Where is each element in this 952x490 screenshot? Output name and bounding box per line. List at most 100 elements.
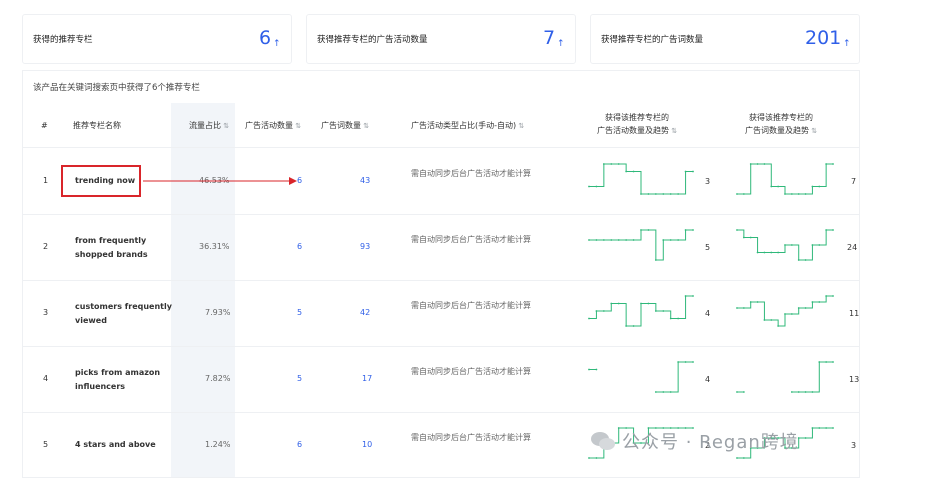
row-name[interactable]: customers frequently viewed: [75, 300, 185, 328]
wechat-icon: [591, 432, 615, 450]
sparkline-point: [770, 251, 773, 254]
summary-card-label: 获得推荐专栏的广告词数量: [601, 35, 704, 45]
sort-icon[interactable]: ⇅: [221, 122, 229, 130]
table-row[interactable]: 1 trending now 46.53% 6 43 需自动同步后台广告活动才能…: [23, 148, 859, 215]
sort-icon[interactable]: ⇅: [516, 122, 524, 130]
sparkline-point: [632, 239, 635, 241]
row-name[interactable]: from frequently shopped brands: [75, 234, 175, 262]
sort-icon[interactable]: ⇅: [293, 122, 301, 130]
sparkline-point: [610, 163, 613, 165]
sparkline-point: [684, 361, 687, 363]
header-keywords[interactable]: 广告词数量 ⇅: [321, 119, 369, 133]
sparkline-point: [825, 361, 828, 363]
header-keyword-trend-line1: 获得该推荐专栏的: [749, 113, 814, 122]
row-name[interactable]: picks from amazon influencers: [75, 366, 175, 394]
sparkline-point: [742, 236, 745, 239]
sparkline-point: [770, 319, 773, 321]
sparkline-line: [737, 295, 833, 327]
row-name-line2: shopped brands: [75, 250, 148, 259]
annotation-arrow-head: [289, 177, 297, 185]
sparkline-point: [669, 193, 672, 195]
row-campaigns[interactable]: 5: [297, 308, 302, 317]
sparkline-point: [617, 427, 620, 429]
sparkline-point: [640, 302, 642, 305]
row-index: 3: [43, 308, 49, 317]
sparkline-point: [640, 193, 642, 195]
header-keyword-trend[interactable]: 获得该推荐专栏的 广告词数量及趋势 ⇅: [745, 111, 817, 138]
arrow-up-icon: ↑: [273, 39, 281, 49]
sparkline-point: [818, 427, 821, 429]
row-name-line2: influencers: [75, 382, 126, 391]
sparkline-point: [625, 325, 628, 327]
sparkline-line: [737, 163, 833, 195]
sparkline-point: [617, 163, 620, 165]
sparkline-point: [811, 391, 814, 393]
row-campaign-trend-value: 3: [705, 177, 711, 186]
header-type[interactable]: 广告活动类型占比(手动-自动) ⇅: [411, 119, 524, 133]
sparkline-point: [784, 313, 786, 315]
sparkline-point: [818, 185, 821, 188]
sparkline-point: [736, 391, 738, 393]
keyword-trend-sparkline: [736, 295, 834, 327]
sparkline-point: [797, 307, 800, 309]
sparkline-point: [647, 193, 650, 195]
table-row[interactable]: 2 from frequently shopped brands 36.31% 6…: [23, 214, 859, 281]
sparkline-point: [692, 361, 694, 363]
sparkline-point: [777, 251, 780, 254]
sparkline-point: [662, 310, 665, 312]
sparkline-point: [595, 457, 598, 459]
table-row[interactable]: 4 picks from amazon influencers 7.82% 5 1…: [23, 346, 859, 413]
sort-icon[interactable]: ⇅: [669, 127, 677, 135]
header-traffic[interactable]: 流量占比 ⇅: [189, 119, 229, 133]
sparkline-point: [632, 170, 635, 173]
sparkline-point: [763, 163, 766, 165]
sparkline-point: [588, 368, 590, 371]
row-campaigns[interactable]: 6: [297, 242, 302, 251]
sparkline-point: [662, 391, 665, 393]
row-keywords[interactable]: 10: [362, 440, 372, 449]
sparkline-point: [677, 193, 680, 195]
sparkline-point: [832, 361, 834, 363]
sparkline-point: [832, 229, 834, 231]
row-keywords[interactable]: 93: [360, 242, 370, 251]
row-name-line1: picks from amazon: [75, 368, 161, 377]
sparkline-point: [784, 244, 786, 246]
summary-card-keywords: 获得推荐专栏的广告词数量 201 ↑: [590, 14, 860, 64]
sparkline-point: [617, 302, 620, 305]
row-keywords[interactable]: 17: [362, 374, 372, 383]
header-type-label: 广告活动类型占比(手动-自动): [411, 121, 517, 130]
sparkline-point: [610, 239, 613, 241]
sparkline-point: [588, 239, 590, 241]
sort-icon[interactable]: ⇅: [361, 122, 369, 130]
table-caption: 该产品在关键词搜索页中获得了6个推荐专栏: [33, 83, 200, 93]
sparkline-point: [692, 170, 694, 173]
row-campaigns[interactable]: 6: [297, 440, 302, 449]
header-campaigns[interactable]: 广告活动数量 ⇅: [245, 119, 301, 133]
sparkline-point: [736, 193, 738, 195]
table-row[interactable]: 3 customers frequently viewed 7.93% 5 42 …: [23, 280, 859, 347]
sparkline-point: [736, 307, 738, 309]
row-name[interactable]: 4 stars and above: [75, 438, 175, 452]
sparkline-point: [770, 185, 773, 188]
header-campaign-trend[interactable]: 获得该推荐专栏的 广告活动数量及趋势 ⇅: [597, 111, 677, 138]
sparkline-point: [749, 163, 752, 165]
sparkline-point: [763, 251, 766, 254]
row-keywords[interactable]: 42: [360, 308, 370, 317]
row-campaigns[interactable]: 5: [297, 374, 302, 383]
row-campaign-trend-value: 5: [705, 243, 711, 252]
sparkline-line: [589, 163, 693, 195]
recommendation-table-panel: 该产品在关键词搜索页中获得了6个推荐专栏 # 推荐专栏名称 流量占比 ⇅ 广告活…: [22, 70, 860, 478]
sort-icon[interactable]: ⇅: [809, 127, 817, 135]
row-type: 需自动同步后台广告活动才能计算: [411, 433, 531, 442]
sparkline-point: [654, 259, 657, 261]
row-index: 5: [43, 440, 49, 449]
sparkline-point: [825, 163, 828, 165]
watermark: 公众号 · Regan跨境: [622, 432, 799, 453]
row-keywords[interactable]: 43: [360, 176, 370, 185]
sparkline-point: [669, 317, 672, 320]
row-keyword-trend-value: 3: [851, 441, 857, 450]
row-campaign-trend-value: 4: [705, 375, 711, 384]
campaign-trend-sparkline: [588, 361, 694, 393]
sparkline-point: [749, 236, 752, 239]
sparkline-point: [684, 170, 687, 173]
